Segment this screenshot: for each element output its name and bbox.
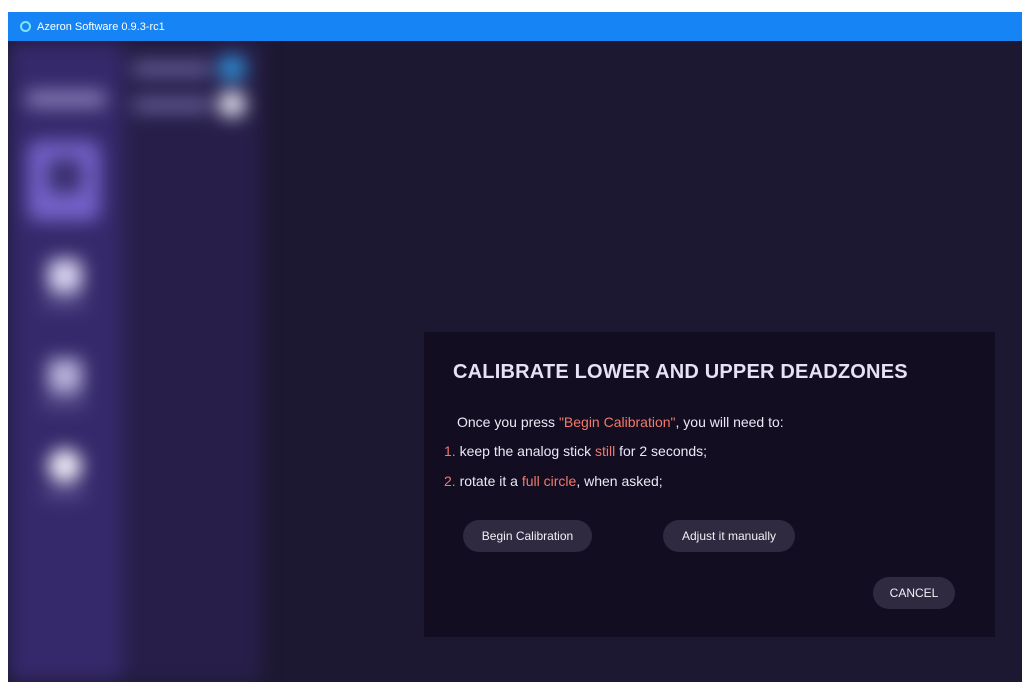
instruction-step-1: 1. keep the analog stick still for 2 sec… (444, 443, 707, 459)
stick-icon (48, 359, 82, 393)
azeron-logo-icon (20, 21, 31, 32)
step-text: , when asked; (576, 473, 663, 489)
step-text: rotate it a (455, 473, 522, 489)
sidebar-item-2 (28, 241, 100, 311)
panel-row (132, 63, 212, 75)
settings-panel (122, 41, 262, 682)
begin-calibration-button[interactable]: Begin Calibration (463, 520, 592, 552)
step-number: 1. (444, 443, 456, 459)
sidebar-item-active (28, 141, 100, 221)
sidebar-caption (42, 491, 86, 497)
dialog-title: CALIBRATE LOWER AND UPPER DEADZONES (453, 361, 908, 383)
step-highlight: still (595, 443, 616, 459)
sidebar-rail (8, 41, 122, 682)
intro-highlight: "Begin Calibration" (558, 414, 676, 430)
adjust-manually-button[interactable]: Adjust it manually (663, 520, 795, 552)
sidebar-item-4 (28, 431, 100, 501)
step-number: 2. (444, 473, 456, 489)
circle-icon (48, 449, 82, 483)
sidebar-caption (42, 401, 86, 407)
document-icon (48, 159, 82, 193)
grid-icon (48, 259, 82, 293)
instruction-intro: Once you press "Begin Calibration", you … (457, 414, 784, 430)
toggle-on (218, 55, 246, 81)
title-bar: Azeron Software 0.9.3-rc1 (8, 12, 1022, 41)
window-title: Azeron Software 0.9.3-rc1 (37, 20, 165, 33)
sidebar-caption (42, 301, 86, 307)
step-text: for 2 seconds; (615, 443, 708, 459)
calibration-dialog: CALIBRATE LOWER AND UPPER DEADZONES Once… (424, 332, 995, 637)
cancel-button[interactable]: CANCEL (873, 577, 955, 609)
instruction-step-2: 2. rotate it a full circle, when asked; (444, 473, 663, 489)
step-text: keep the analog stick (455, 443, 595, 459)
sidebar-logo (26, 91, 106, 107)
sidebar-item-3 (28, 341, 100, 411)
toggle-off (218, 91, 246, 117)
panel-row (132, 99, 212, 111)
intro-suffix: , you will need to: (675, 414, 784, 430)
step-highlight: full circle (521, 473, 577, 489)
intro-prefix: Once you press (457, 414, 559, 430)
